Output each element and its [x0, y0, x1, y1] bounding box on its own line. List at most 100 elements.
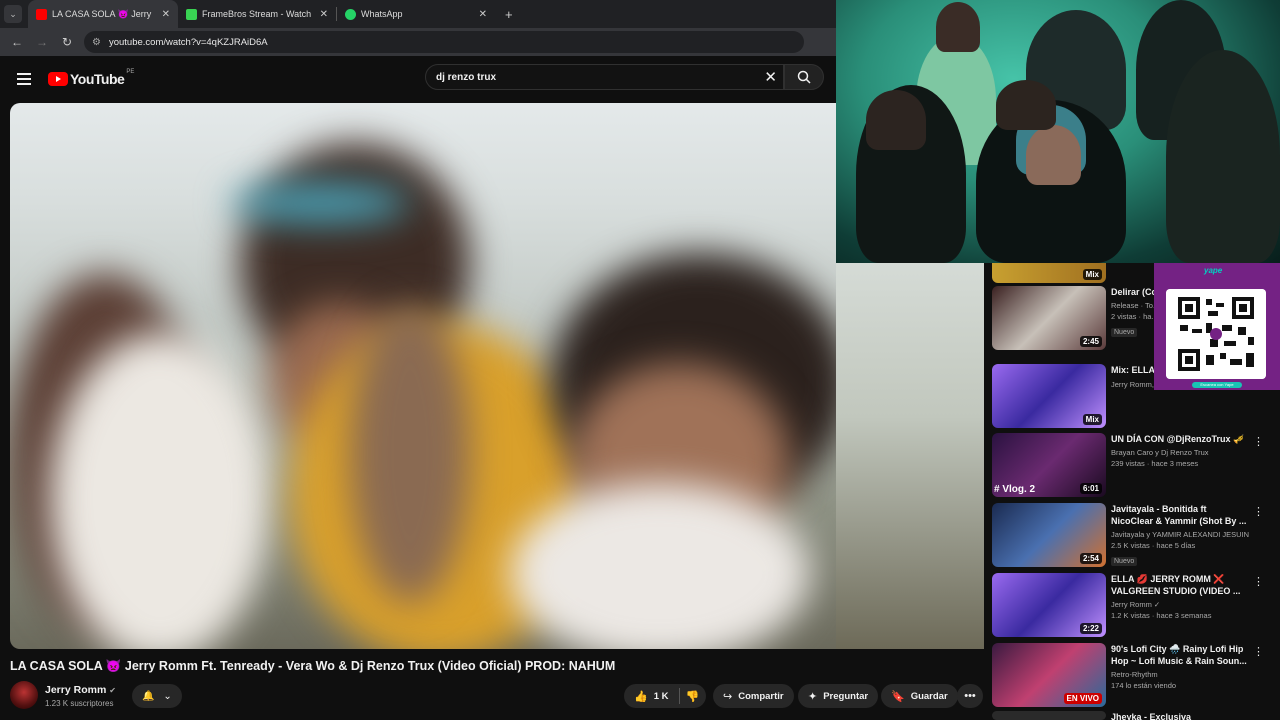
duration-label: Mix: [1082, 414, 1102, 425]
view-count: 2.5 K vistas · hace 5 días: [1111, 541, 1196, 550]
more-options-icon[interactable]: ⋮: [1253, 575, 1264, 588]
video-title[interactable]: 90's Lofi City 🌧️ Rainy Lofi Hip Hop ~ L…: [1111, 643, 1249, 667]
video-thumbnail[interactable]: 2:54: [992, 503, 1106, 567]
verified-icon: ✔: [109, 686, 116, 695]
video-thumbnail[interactable]: 2:22: [992, 573, 1106, 637]
duration-label: 6:01: [1079, 483, 1102, 494]
video-title[interactable]: ELLA 💋 JERRY ROMM ❌ VALGREEN STUDIO (VID…: [1111, 573, 1249, 597]
youtube-favicon-icon: [36, 8, 47, 20]
close-tab-icon[interactable]: ✕: [320, 9, 328, 20]
search-icon: [797, 70, 811, 84]
vlog-tag: # Vlog. 2: [994, 484, 1036, 495]
youtube-logo[interactable]: YouTube PE: [48, 69, 135, 87]
save-button[interactable]: 🔖 Guardar: [881, 684, 958, 708]
like-icon[interactable]: 👍: [634, 690, 648, 703]
notification-bell-button[interactable]: 🔔 ⌄: [132, 684, 182, 708]
tab-youtube[interactable]: LA CASA SOLA 👿 Jerry Romm ✕: [28, 0, 178, 28]
channel-name[interactable]: Javitayala y YAMMIR ALEXANDI JESUIN: [1111, 530, 1249, 539]
duration-label: 2:22: [1079, 623, 1102, 634]
browser-tab-bar: ⌄ LA CASA SOLA 👿 Jerry Romm ✕ FrameBros …: [0, 0, 836, 28]
divider: [678, 688, 680, 704]
search-button[interactable]: [784, 64, 824, 90]
video-title[interactable]: UN DÍA CON @DjRenzoTrux 🎺: [1111, 433, 1249, 445]
video-background-strip: [836, 263, 984, 649]
video-thumbnail[interactable]: # Vlog. 2 6:01: [992, 433, 1106, 497]
channel-name[interactable]: Jerry Romm ✔: [45, 684, 116, 696]
recommendation-item[interactable]: EN VIVO 90's Lofi City 🌧️ Rainy Lofi Hip…: [992, 643, 1280, 709]
yape-logo: yape: [1204, 266, 1223, 275]
duration-label: 2:54: [1079, 553, 1102, 564]
channel-name[interactable]: Brayan Caro y Dj Renzo Trux: [1111, 448, 1249, 457]
viewer-count: 174 lo están viendo: [1111, 681, 1177, 690]
duration-label: Mix: [1082, 269, 1102, 280]
youtube-header: YouTube PE dj renzo trux ✕: [0, 56, 836, 102]
bell-icon: 🔔: [142, 690, 155, 702]
more-options-icon[interactable]: ⋮: [1253, 505, 1264, 518]
channel-avatar[interactable]: [10, 681, 38, 709]
subscriber-count: 1.23 K suscriptores: [45, 699, 114, 708]
dislike-icon[interactable]: 👎: [686, 690, 700, 703]
view-count: 239 vistas · hace 3 meses: [1111, 459, 1199, 468]
duration-label: 2:45: [1079, 336, 1102, 347]
site-info-icon[interactable]: ⚙: [92, 37, 101, 48]
channel-name[interactable]: Jerry Romm ✓: [1111, 600, 1249, 609]
ask-button[interactable]: ✦ Preguntar: [798, 684, 879, 708]
clear-search-icon[interactable]: ✕: [764, 68, 777, 86]
chevron-down-icon: ⌄: [163, 690, 172, 702]
yape-qr-overlay: yape Escanea con Yape: [1154, 263, 1280, 390]
video-title[interactable]: Jheyka - Exclusiva: [1111, 711, 1249, 720]
menu-icon[interactable]: [17, 73, 31, 85]
more-options-icon[interactable]: ⋮: [1253, 645, 1264, 658]
tab-framebros[interactable]: FrameBros Stream - Watch Live ✕: [178, 0, 336, 28]
video-thumbnail[interactable]: Mix: [992, 263, 1106, 283]
tab-search-button[interactable]: ⌄: [4, 5, 22, 23]
view-count: 1.2 K vistas · hace 3 semanas: [1111, 611, 1212, 620]
url-text: youtube.com/watch?v=4qKZJRAiD6A: [108, 36, 268, 48]
share-icon: ↪: [723, 690, 733, 703]
share-button[interactable]: ↪ Compartir: [713, 684, 794, 708]
browser-toolbar: ← → ↻ ⚙ youtube.com/watch?v=4qKZJRAiD6A: [0, 28, 836, 56]
whatsapp-favicon-icon: [345, 8, 356, 20]
qr-caption: Escanea con Yape: [1192, 382, 1242, 388]
back-arrow-icon[interactable]: ←: [6, 35, 28, 49]
close-tab-icon[interactable]: ✕: [162, 9, 170, 20]
share-label: Compartir: [738, 690, 784, 702]
recommendation-item[interactable]: 2:54 Javitayala - Bonitida ft NicoClear …: [992, 503, 1280, 569]
framebros-favicon-icon: [186, 8, 197, 20]
new-badge: Nuevo: [1111, 328, 1138, 337]
recommendation-item[interactable]: # Vlog. 2 6:01 UN DÍA CON @DjRenzoTrux 🎺…: [992, 433, 1280, 499]
webcam-overlay: [836, 0, 1280, 263]
save-label: Guardar: [910, 690, 948, 702]
reload-icon[interactable]: ↻: [56, 35, 78, 49]
like-count[interactable]: 1 K: [654, 691, 669, 702]
logo-text: YouTube: [70, 71, 125, 87]
video-player[interactable]: [10, 103, 836, 649]
close-tab-icon[interactable]: ✕: [479, 9, 487, 20]
address-bar[interactable]: ⚙ youtube.com/watch?v=4qKZJRAiD6A: [84, 31, 804, 53]
forward-arrow-icon[interactable]: →: [31, 35, 53, 49]
live-badge: EN VIVO: [1063, 693, 1102, 704]
search-input[interactable]: dj renzo trux ✕: [425, 64, 784, 90]
video-thumbnail[interactable]: Mix: [992, 364, 1106, 428]
recommendation-item[interactable]: 2:22 ELLA 💋 JERRY ROMM ❌ VALGREEN STUDIO…: [992, 573, 1280, 639]
more-actions-button[interactable]: •••: [957, 684, 983, 708]
youtube-play-icon: [48, 72, 68, 86]
video-thumbnail[interactable]: [992, 711, 1106, 720]
channel-name[interactable]: Retro-Rhythm: [1111, 670, 1249, 679]
like-dislike-group: 👍 1 K 👎: [624, 684, 706, 708]
tab-whatsapp[interactable]: WhatsApp ✕: [337, 0, 495, 28]
new-tab-button[interactable]: +: [505, 7, 513, 22]
video-thumbnail[interactable]: EN VIVO: [992, 643, 1106, 707]
tab-title: FrameBros Stream - Watch Live: [202, 9, 312, 19]
ask-label: Preguntar: [823, 690, 869, 702]
recommendation-item[interactable]: Jheyka - Exclusiva: [992, 711, 1280, 720]
more-icon: •••: [964, 690, 976, 702]
video-title[interactable]: Javitayala - Bonitida ft NicoClear & Yam…: [1111, 503, 1249, 527]
sparkle-icon: ✦: [808, 690, 818, 703]
channel-name-text: Jerry Romm: [45, 684, 107, 696]
video-thumbnail[interactable]: 2:45: [992, 286, 1106, 350]
qr-code-icon: [1166, 289, 1266, 379]
tab-title: WhatsApp: [361, 9, 403, 19]
country-code: PE: [126, 69, 135, 75]
more-options-icon[interactable]: ⋮: [1253, 435, 1264, 448]
